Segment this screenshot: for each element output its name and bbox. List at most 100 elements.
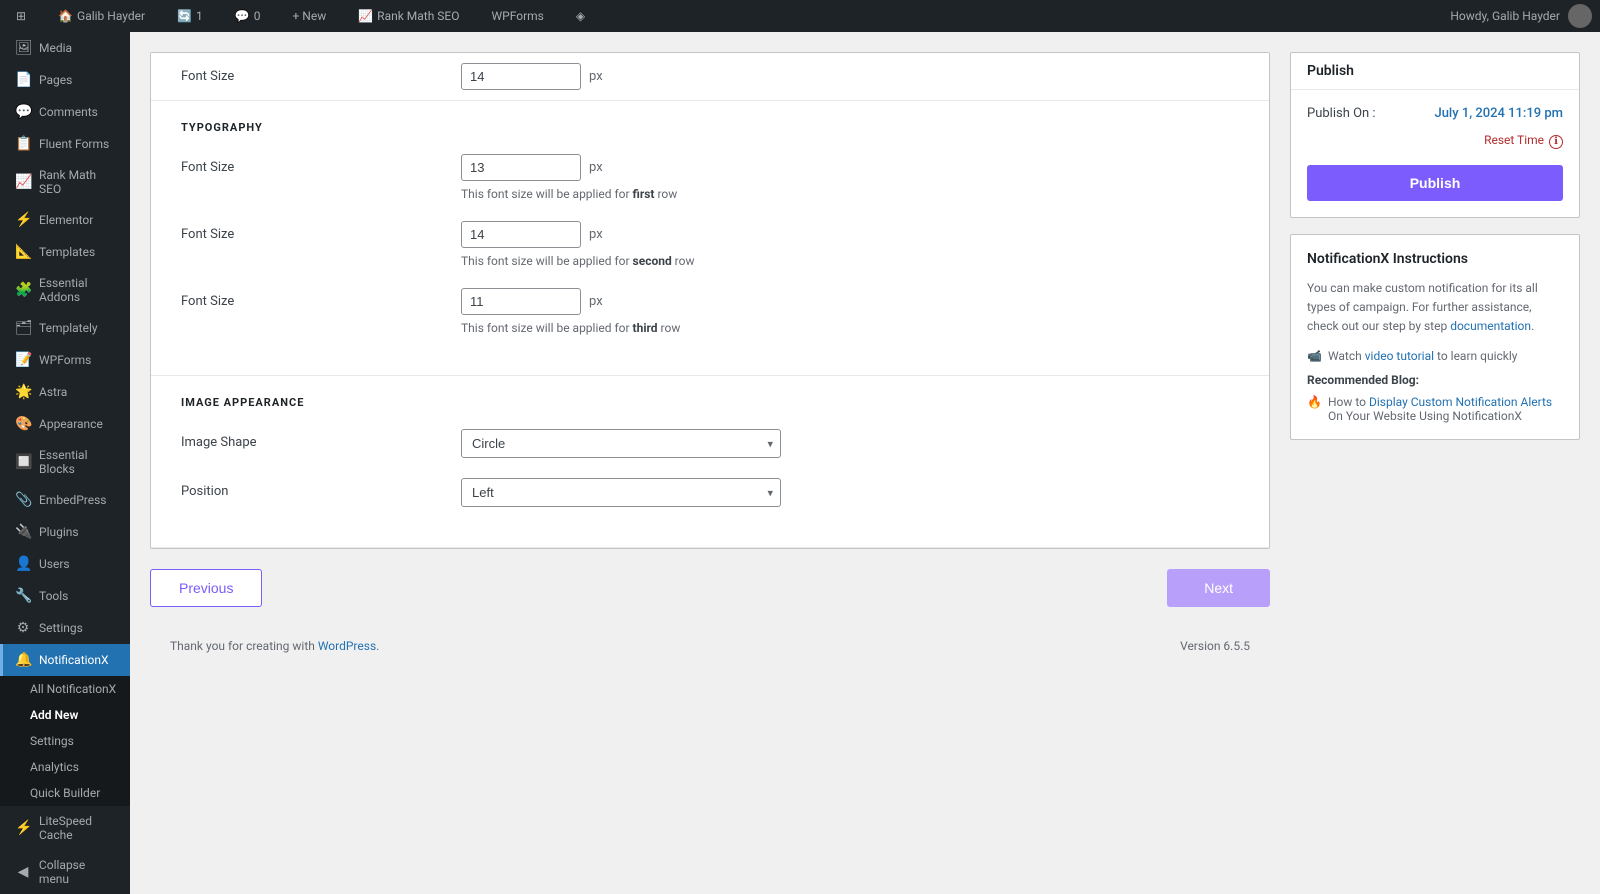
video-tutorial-link[interactable]: video tutorial: [1365, 349, 1434, 363]
font-size-hint-1: This font size will be applied for first…: [461, 187, 1239, 201]
sidebar-item-pages[interactable]: 📄 Pages: [0, 64, 130, 96]
pre-font-size-input[interactable]: [461, 63, 581, 90]
sidebar-item-astra[interactable]: 🌟 Astra: [0, 376, 130, 408]
previous-button[interactable]: Previous: [150, 569, 262, 607]
updates-count: 1: [196, 9, 203, 23]
font-size-hint-highlight-3: third: [633, 321, 658, 335]
adminbar-howdy: Howdy, Galib Hayder: [1450, 4, 1592, 28]
image-shape-control: Circle Square Rounded ▾: [461, 429, 1239, 458]
site-icon: 🏠: [58, 9, 73, 23]
footer-wp-link[interactable]: WordPress: [318, 639, 376, 653]
footer-buttons: Previous Next: [150, 549, 1270, 627]
settings-icon: ⚙: [15, 620, 31, 636]
font-size-unit-1: px: [589, 160, 603, 175]
sidebar-item-label: WPForms: [39, 353, 91, 367]
instructions-body: You can make custom notification for its…: [1307, 279, 1563, 337]
reset-time-label: Reset Time: [1484, 133, 1544, 147]
font-size-label-2: Font Size: [181, 221, 461, 242]
sidebar-item-users[interactable]: 👤 Users: [0, 548, 130, 580]
image-shape-select[interactable]: Circle Square Rounded: [461, 429, 781, 458]
litespeed-icon: ⚡: [15, 820, 31, 836]
sidebar-item-label: Rank Math SEO: [39, 168, 118, 196]
wp-footer: Thank you for creating with WordPress. V…: [150, 627, 1270, 665]
sidebar-item-settings[interactable]: ⚙ Settings: [0, 612, 130, 644]
submenu-all-notificationx[interactable]: All NotificationX: [0, 676, 130, 702]
adminbar-updates[interactable]: 🔄 1: [169, 0, 211, 32]
sidebar-item-elementor[interactable]: ⚡ Elementor: [0, 204, 130, 236]
image-shape-row: Image Shape Circle Square Rounded ▾: [181, 429, 1239, 458]
reset-time[interactable]: Reset Time ℹ: [1307, 133, 1563, 149]
sidebar-item-litespeed-cache[interactable]: ⚡ LiteSpeed Cache: [0, 806, 130, 850]
adminbar-site-name[interactable]: 🏠 Galib Hayder: [50, 0, 153, 32]
tools-icon: 🔧: [15, 588, 31, 604]
sidebar-item-label: Settings: [39, 621, 83, 635]
submenu-settings[interactable]: Settings: [0, 728, 130, 754]
sidebar-item-label: Appearance: [39, 417, 103, 431]
font-size-input-3[interactable]: [461, 288, 581, 315]
adminbar-wpforms[interactable]: WPForms: [484, 0, 552, 32]
submenu-analytics[interactable]: Analytics: [0, 754, 130, 780]
publish-date: July 1, 2024 11:19 pm: [1434, 106, 1563, 121]
blog-article-link[interactable]: Display Custom Notification Alerts: [1369, 395, 1552, 409]
sidebar-item-appearance[interactable]: 🎨 Appearance: [0, 408, 130, 440]
sidebar-item-templates[interactable]: 📐 Templates: [0, 236, 130, 268]
sidebar-item-fluent-forms[interactable]: 📋 Fluent Forms: [0, 128, 130, 160]
image-shape-label: Image Shape: [181, 429, 461, 450]
sidebar-item-label: Templately: [39, 321, 98, 335]
publish-box-header: Publish: [1291, 53, 1579, 90]
next-button[interactable]: Next: [1167, 569, 1270, 607]
submenu-add-new[interactable]: Add New: [0, 702, 130, 728]
font-size-input-1[interactable]: [461, 154, 581, 181]
adminbar-comments[interactable]: 💬 0: [227, 0, 269, 32]
left-content: Font Size px TYPOGRAPHY Font Size: [150, 52, 1270, 665]
rank-math-label: Rank Math SEO: [377, 9, 459, 23]
users-icon: 👤: [15, 556, 31, 572]
adminbar-diamond[interactable]: ◈: [568, 0, 593, 32]
sidebar-item-essential-addons[interactable]: 🧩 Essential Addons: [0, 268, 130, 312]
plugins-icon: 🔌: [15, 524, 31, 540]
instructions-title: NotificationX Instructions: [1307, 251, 1563, 267]
sidebar-item-notificationx[interactable]: 🔔 NotificationX: [0, 644, 130, 676]
documentation-link[interactable]: documentation: [1450, 319, 1531, 333]
sidebar-collapse[interactable]: ◀ Collapse menu: [0, 850, 130, 894]
sidebar-item-label: Users: [39, 557, 70, 571]
adminbar-new[interactable]: + New: [284, 0, 334, 32]
submenu-quick-builder[interactable]: Quick Builder: [0, 780, 130, 806]
publish-button[interactable]: Publish: [1307, 165, 1563, 201]
publish-on-label: Publish On :: [1307, 106, 1376, 121]
adminbar-wp-logo[interactable]: ⊞: [8, 0, 34, 32]
appearance-icon: 🎨: [15, 416, 31, 432]
position-select[interactable]: Left Right Top: [461, 478, 781, 507]
sidebar-item-essential-blocks[interactable]: 🔲 Essential Blocks: [0, 440, 130, 484]
sidebar-item-rank-math-seo[interactable]: 📈 Rank Math SEO: [0, 160, 130, 204]
sidebar-item-tools[interactable]: 🔧 Tools: [0, 580, 130, 612]
notificationx-submenu: All NotificationX Add New Settings Analy…: [0, 676, 130, 806]
content-wrapper: Font Size px TYPOGRAPHY Font Size: [150, 52, 1580, 665]
sidebar-item-label: Essential Addons: [39, 276, 118, 304]
adminbar-rank-math[interactable]: 📈 Rank Math SEO: [350, 0, 467, 32]
sidebar-item-comments[interactable]: 💬 Comments: [0, 96, 130, 128]
pre-font-size-row: Font Size px: [151, 53, 1269, 101]
site-name-label: Galib Hayder: [77, 9, 145, 23]
sidebar-item-wpforms[interactable]: 📝 WPForms: [0, 344, 130, 376]
sidebar-item-templately[interactable]: 🗂 Templately: [0, 312, 130, 344]
font-size-input-2[interactable]: [461, 221, 581, 248]
image-appearance-title: IMAGE APPEARANCE: [181, 396, 1239, 409]
font-size-hint-highlight-2: second: [633, 254, 672, 268]
updates-icon: 🔄: [177, 9, 192, 23]
elementor-icon: ⚡: [15, 212, 31, 228]
sidebar-item-label: Astra: [39, 385, 67, 399]
sidebar-item-embedpress[interactable]: 📎 EmbedPress: [0, 484, 130, 516]
sidebar-item-plugins[interactable]: 🔌 Plugins: [0, 516, 130, 548]
sidebar-item-label: Essential Blocks: [39, 448, 118, 476]
footer-thanks-text: Thank you for creating with: [170, 639, 318, 653]
editor-area: Font Size px TYPOGRAPHY Font Size: [150, 52, 1270, 549]
sidebar-item-label: NotificationX: [39, 653, 109, 667]
font-size-hint-3: This font size will be applied for third…: [461, 321, 1239, 335]
footer-thanks: Thank you for creating with WordPress.: [170, 639, 379, 653]
rank-math-icon: 📈: [358, 9, 373, 23]
sidebar-item-media[interactable]: 🖼 Media: [0, 32, 130, 64]
comments-icon: 💬: [235, 9, 250, 23]
pre-font-size-control: px: [461, 63, 603, 90]
wpforms-label: WPForms: [492, 9, 544, 23]
